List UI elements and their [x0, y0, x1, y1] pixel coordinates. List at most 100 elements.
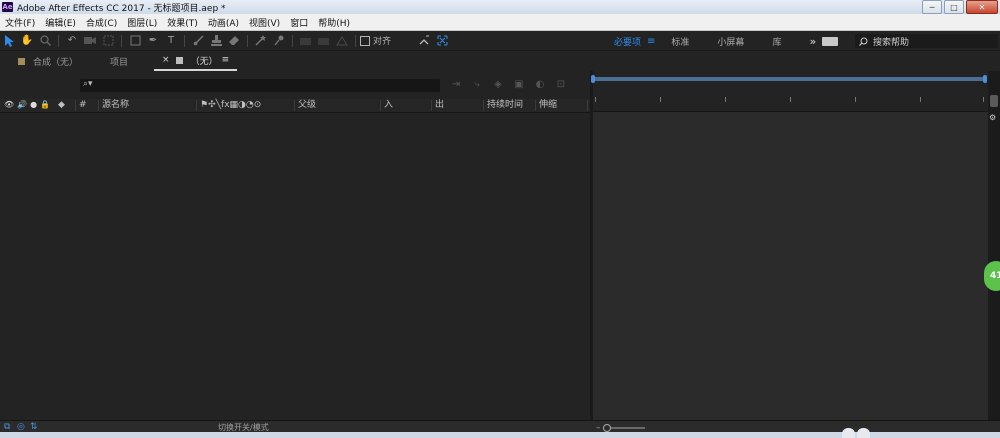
menu-composition[interactable]: 合成(C) — [81, 16, 122, 29]
workspace-switcher: 必要项 ≡ 标准 小屏幕 库 » — [600, 31, 839, 51]
eraser-tool-icon[interactable] — [227, 34, 241, 48]
tab-close-icon[interactable]: × — [162, 55, 170, 65]
label-tag-icon: ◆ — [58, 100, 65, 110]
panel-menu-icon[interactable]: ≡ — [222, 55, 230, 65]
menu-effect[interactable]: 效果(T) — [162, 16, 203, 29]
in-out-toggle-icon[interactable]: ⇅ — [30, 422, 40, 432]
timeline-swatch-icon — [175, 56, 183, 64]
tab-timeline[interactable]: × （无） ≡ — [154, 51, 238, 71]
hand-tool-icon[interactable]: ✋ — [20, 34, 34, 48]
composition-swatch-icon — [18, 57, 25, 65]
timeline-scrollbar[interactable]: ⚙ — [988, 71, 1000, 420]
maximize-button[interactable]: □ — [944, 0, 964, 14]
layer-number-column[interactable]: # — [75, 100, 87, 111]
comp-button-icon[interactable]: ⚙ — [989, 113, 999, 123]
toolbar-divider — [247, 34, 248, 47]
pan-behind-tool-icon[interactable] — [101, 34, 115, 48]
toolbar-divider — [355, 34, 356, 47]
workspace-standard[interactable]: 标准 — [657, 35, 703, 48]
video-eye-icon[interactable]: 👁 — [4, 100, 14, 109]
parent-column[interactable]: 父级 — [294, 100, 378, 111]
tab-composition[interactable]: 合成（无） — [10, 51, 86, 71]
toolbar-divider — [121, 34, 122, 47]
brush-tool-icon[interactable] — [191, 34, 205, 48]
snapping-toggle[interactable]: 对齐 — [360, 34, 391, 47]
local-axis-mode-icon[interactable] — [299, 34, 313, 48]
graph-editor-icon[interactable]: ⊡ — [555, 78, 567, 90]
rectangle-tool-icon[interactable] — [128, 34, 142, 48]
menu-view[interactable]: 视图(V) — [244, 16, 285, 29]
timeline-switches: ⇥ ⤷ ◈ ▣ ◐ ⊡ — [450, 78, 576, 90]
in-column[interactable]: 入 — [380, 100, 430, 111]
notification-badge[interactable]: 41 — [984, 261, 1000, 291]
comp-mini-flowchart-icon[interactable]: ⇥ — [450, 78, 462, 90]
ruler-tick — [855, 97, 856, 102]
shy-layers-icon[interactable]: ◈ — [492, 78, 504, 90]
workspace-small-screen[interactable]: 小屏幕 — [703, 35, 758, 48]
timeline-graph-panel — [591, 71, 988, 420]
zoom-slider[interactable] — [602, 424, 645, 432]
camera-tool-icon[interactable] — [83, 34, 97, 48]
layer-switches-toggle-icon[interactable]: ⧉ — [4, 422, 14, 432]
tools-panel: ✋ ↶ ✒ T 对齐 必要项 ≡ 标准 小屏幕 库 » 搜索帮助 — [0, 31, 1000, 51]
frame-blending-icon[interactable]: ▣ — [513, 78, 525, 90]
layer-list-area[interactable] — [0, 113, 590, 420]
pen-tool-icon[interactable]: ✒ — [146, 34, 160, 48]
scrollbar-thumb[interactable] — [990, 95, 998, 107]
roto-brush-tool-icon[interactable] — [254, 34, 268, 48]
timeline-search-input[interactable]: ⌕▾ — [80, 79, 440, 92]
av-switch-icons: 👁 🔊 ● 🔒 — [4, 100, 50, 109]
close-button[interactable]: ✕ — [966, 0, 998, 14]
snapping-checkbox[interactable] — [360, 35, 370, 46]
timeline-track-area[interactable] — [593, 112, 988, 420]
rotation-tool-icon[interactable]: ↶ — [65, 34, 79, 48]
after-effects-logo-icon: Ae — [2, 2, 13, 12]
lock-icon[interactable]: 🔒 — [40, 100, 50, 109]
view-axis-mode-icon[interactable] — [335, 34, 349, 48]
panel-tab-row: 合成（无） 项目 × （无） ≡ — [0, 51, 1000, 71]
minimize-button[interactable]: ─ — [922, 0, 942, 14]
solo-icon[interactable]: ● — [30, 100, 37, 109]
puppet-pin-tool-icon[interactable] — [272, 34, 286, 48]
snap-expand-icon[interactable] — [435, 34, 449, 48]
time-navigator-bar[interactable] — [591, 75, 987, 83]
type-tool-icon[interactable]: T — [164, 34, 178, 48]
footer-icons: ⧉ ◎ ⇅ — [4, 422, 43, 432]
tab-project[interactable]: 项目 — [102, 51, 136, 71]
motion-blur-icon[interactable]: ◐ — [534, 78, 546, 90]
navigator-end-handle[interactable] — [983, 75, 987, 83]
layer-switches-column[interactable]: ⚑✣╲fx▦◑◔⊙ — [196, 100, 290, 111]
menu-edit[interactable]: 编辑(E) — [40, 16, 81, 29]
menu-animation[interactable]: 动画(A) — [203, 16, 244, 29]
time-ruler[interactable] — [593, 93, 988, 112]
stretch-column[interactable]: 伸缩 — [535, 100, 588, 111]
menu-layer[interactable]: 图层(L) — [122, 16, 162, 29]
menu-window[interactable]: 窗口 — [285, 16, 313, 29]
audio-icon[interactable]: 🔊 — [17, 100, 27, 109]
snap-lines-icon[interactable] — [417, 34, 431, 48]
workspace-menu-icon[interactable]: ≡ — [647, 36, 655, 47]
draft-3d-icon[interactable]: ⤷ — [471, 78, 483, 90]
toolbar-divider — [58, 34, 59, 47]
ruler-tick — [920, 97, 921, 102]
world-axis-mode-icon[interactable] — [317, 34, 331, 48]
menu-help[interactable]: 帮助(H) — [313, 16, 355, 29]
search-help-field[interactable]: 搜索帮助 — [855, 34, 998, 48]
selection-tool-icon[interactable] — [2, 34, 16, 48]
clone-stamp-tool-icon[interactable] — [209, 34, 223, 48]
source-name-column[interactable]: 源名称 — [98, 100, 192, 111]
snapping-label: 对齐 — [373, 37, 392, 47]
navigator-start-handle[interactable] — [591, 75, 595, 83]
tab-timeline-label: （无） — [190, 56, 218, 67]
label-column[interactable]: ◆ — [55, 100, 65, 111]
duration-column[interactable]: 持续时间 — [483, 100, 535, 111]
workspace-libraries[interactable]: 库 — [758, 35, 795, 48]
zoom-tool-icon[interactable] — [38, 34, 52, 48]
transfer-controls-toggle-icon[interactable]: ◎ — [17, 422, 27, 432]
workspace-edit-icon[interactable] — [822, 36, 839, 46]
zoom-slider-knob[interactable] — [602, 424, 611, 432]
toolbar-divider — [292, 34, 293, 47]
menu-file[interactable]: 文件(F) — [0, 16, 40, 29]
search-icon — [859, 37, 868, 46]
out-column[interactable]: 出 — [431, 100, 481, 111]
